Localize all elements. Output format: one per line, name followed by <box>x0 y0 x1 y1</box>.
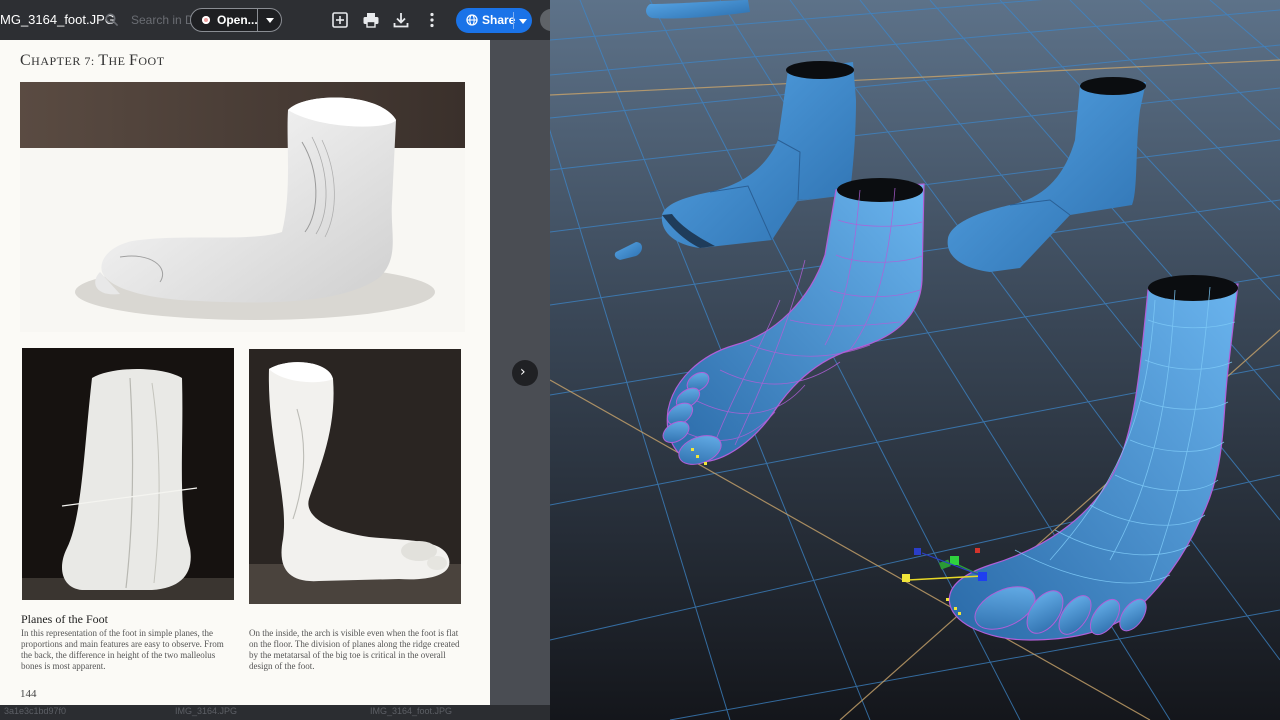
file-strip-item[interactable]: IMG_3164.JPG <box>175 706 237 716</box>
chevron-down-icon[interactable] <box>519 19 527 24</box>
viewer-toolbar: MG_3164_foot.JPG Search in D Open... Sha… <box>0 0 550 40</box>
more-vert-icon[interactable] <box>423 11 441 29</box>
file-strip-item[interactable]: IMG_3164_foot.JPG <box>370 706 452 716</box>
share-button[interactable]: Share <box>456 8 532 33</box>
plaster-foot-photo-side <box>20 82 465 332</box>
chapter-heading: CHAPTER 7: THE FOOT <box>20 52 165 69</box>
plaster-foot-photo-back <box>22 348 234 600</box>
globe-icon <box>466 14 478 26</box>
page-number: 144 <box>20 688 37 700</box>
search-placeholder: Search in D <box>131 13 194 27</box>
open-with-label: Open... <box>217 13 258 27</box>
caption-right: On the inside, the arch is visible even … <box>249 628 460 671</box>
search-icon <box>105 13 119 27</box>
file-name: MG_3164_foot.JPG <box>0 12 115 27</box>
next-image-button[interactable]: › <box>512 360 538 386</box>
file-strip: 3a1e3c1bd97f0 IMG_3164.JPG IMG_3164_foot… <box>0 705 550 720</box>
app-icon <box>202 16 210 24</box>
chevron-right-icon: › <box>520 364 526 380</box>
chevron-down-icon[interactable] <box>266 18 274 23</box>
file-strip-item[interactable]: 3a1e3c1bd97f0 <box>4 706 66 716</box>
book-page-image: CHAPTER 7: THE FOOT Planes of the Foot I… <box>0 40 490 705</box>
search-box[interactable]: Search in D <box>103 9 194 31</box>
caption-left: In this representation of the foot in si… <box>21 628 224 671</box>
plaster-foot-photo-inside <box>249 349 461 604</box>
download-icon[interactable] <box>392 11 410 29</box>
open-with-button[interactable]: Open... <box>190 8 282 32</box>
add-to-drive-icon[interactable] <box>331 11 349 29</box>
section-title: Planes of the Foot <box>21 612 108 626</box>
share-divider <box>513 12 514 29</box>
print-icon[interactable] <box>362 11 380 29</box>
3d-viewport[interactable] <box>550 0 1280 720</box>
open-divider <box>257 9 258 31</box>
share-label: Share <box>482 13 516 27</box>
image-viewer: MG_3164_foot.JPG Search in D Open... Sha… <box>0 0 550 720</box>
account-avatar[interactable] <box>540 9 550 31</box>
